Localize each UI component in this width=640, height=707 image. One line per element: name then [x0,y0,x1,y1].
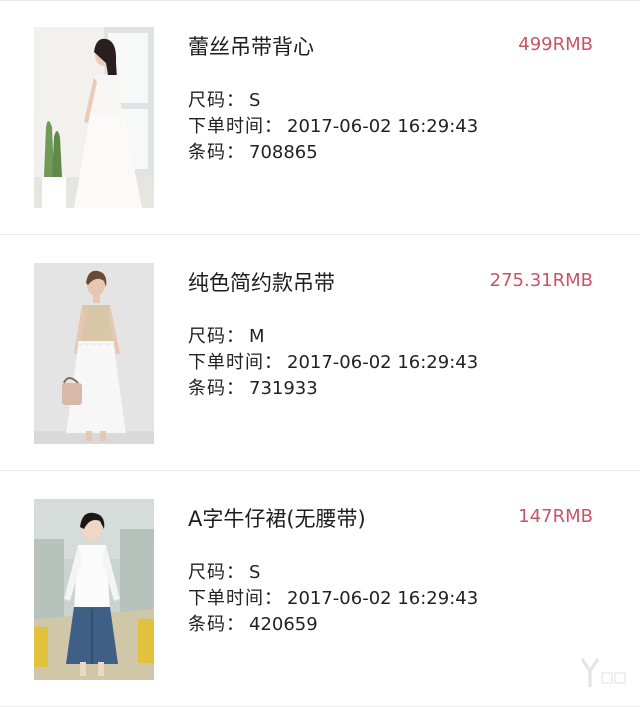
order-time-value: 2017-06-02 16:29:43 [287,116,479,137]
product-photo-lace-dress [34,27,154,208]
product-image[interactable] [34,263,154,444]
order-time-row: 下单时间： 2017-06-02 16:29:43 [188,350,478,376]
order-item[interactable]: 纯色简约款吊带 275.31RMB 尺码： M 下单时间： 2017-06-02 1… [0,236,640,471]
size-row: 尺码： M [188,324,478,350]
order-time-label: 下单时间： [188,352,283,373]
order-time-value: 2017-06-02 16:29:43 [287,588,479,609]
size-label: 尺码： [188,326,245,347]
order-time-label: 下单时间： [188,116,283,137]
product-image[interactable] [34,499,154,680]
size-row: 尺码： S [188,560,478,586]
product-name[interactable]: A字牛仔裙(无腰带) [188,505,366,533]
barcode-row: 条码： 708865 [188,140,478,166]
product-photo-camisole [34,263,154,444]
size-label: 尺码： [188,562,245,583]
order-details: 尺码： S 下单时间： 2017-06-02 16:29:43 条码： 708865 [188,88,478,166]
size-label: 尺码： [188,90,245,111]
yiou-logo-icon [578,655,628,691]
barcode-label: 条码： [188,614,245,635]
order-time-row: 下单时间： 2017-06-02 16:29:43 [188,114,478,140]
order-time-label: 下单时间： [188,588,283,609]
order-time-value: 2017-06-02 16:29:43 [287,352,479,373]
product-name[interactable]: 纯色简约款吊带 [188,269,335,297]
product-image[interactable] [34,27,154,208]
barcode-label: 条码： [188,142,245,163]
product-name[interactable]: 蕾丝吊带背心 [188,33,314,61]
barcode-row: 条码： 731933 [188,376,478,402]
order-time-row: 下单时间： 2017-06-02 16:29:43 [188,586,478,612]
product-price: 147RMB [518,506,593,527]
barcode-value: 731933 [249,378,318,399]
order-details: 尺码： M 下单时间： 2017-06-02 16:29:43 条码： 731933 [188,324,478,402]
order-item[interactable]: 蕾丝吊带背心 499RMB 尺码： S 下单时间： 2017-06-02 16:29… [0,0,640,235]
order-item[interactable]: A字牛仔裙(无腰带) 147RMB 尺码： S 下单时间： 2017-06-02 1… [0,472,640,707]
size-value: S [249,562,261,583]
product-price: 275.31RMB [489,270,593,291]
barcode-row: 条码： 420659 [188,612,478,638]
product-price: 499RMB [518,34,593,55]
size-value: M [249,326,265,347]
order-details: 尺码： S 下单时间： 2017-06-02 16:29:43 条码： 420659 [188,560,478,638]
barcode-label: 条码： [188,378,245,399]
size-value: S [249,90,261,111]
barcode-value: 708865 [249,142,318,163]
product-photo-denim-skirt [34,499,154,680]
barcode-value: 420659 [249,614,318,635]
size-row: 尺码： S [188,88,478,114]
